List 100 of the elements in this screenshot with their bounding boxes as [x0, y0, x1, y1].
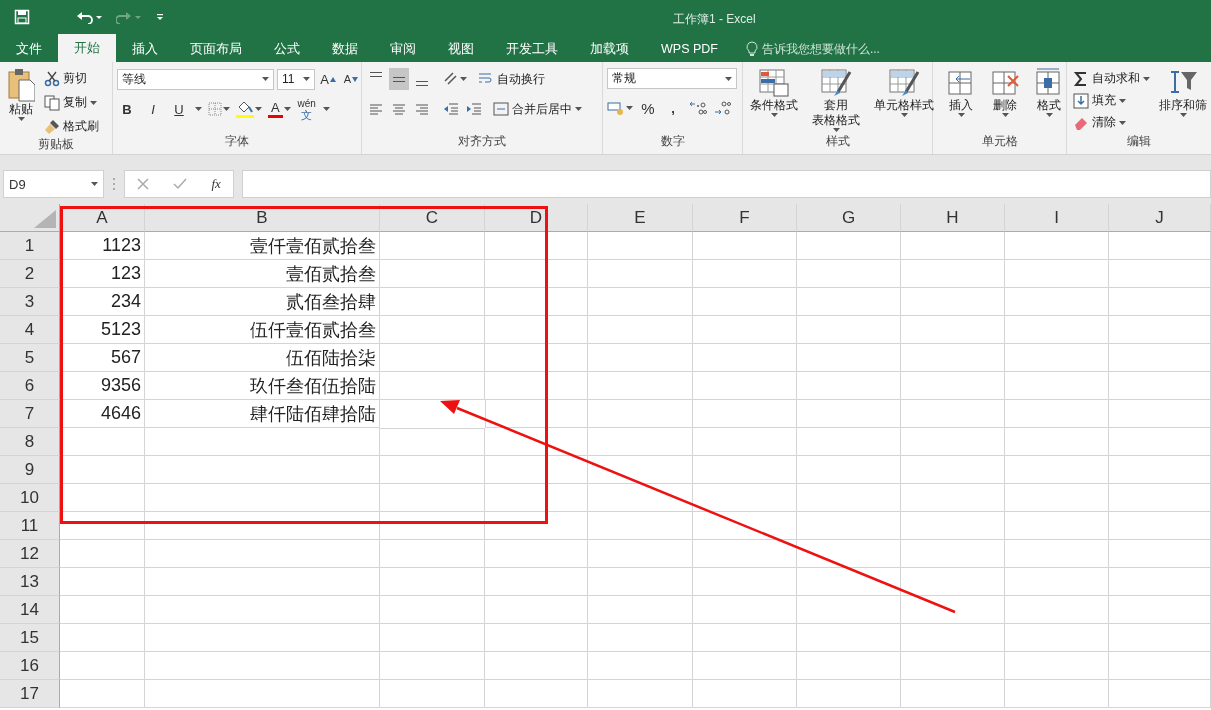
row-header[interactable]: 16 [0, 652, 60, 680]
empty-cell[interactable] [901, 400, 1005, 428]
empty-cell[interactable] [380, 372, 485, 400]
empty-cell[interactable] [901, 428, 1005, 456]
empty-cell[interactable] [797, 372, 901, 400]
empty-cell[interactable] [380, 568, 485, 596]
row-header[interactable]: 14 [0, 596, 60, 624]
font-color-button[interactable]: A [268, 98, 291, 120]
empty-cell[interactable] [693, 260, 797, 288]
empty-cell[interactable] [380, 652, 485, 680]
empty-cell[interactable] [1005, 428, 1109, 456]
empty-cell[interactable] [1005, 316, 1109, 344]
column-header[interactable]: G [797, 204, 901, 232]
empty-cell[interactable] [485, 652, 588, 680]
empty-cell[interactable] [1109, 232, 1211, 260]
empty-cell[interactable] [901, 232, 1005, 260]
empty-cell[interactable] [1109, 400, 1211, 428]
empty-cell[interactable] [1109, 428, 1211, 456]
style-button[interactable]: 条件格式 [747, 68, 801, 134]
text-style-button[interactable]: I [143, 98, 163, 120]
clipboard-action[interactable]: 格式刷 [42, 116, 101, 137]
row-header[interactable]: 17 [0, 680, 60, 708]
tell-me-field[interactable]: 告诉我您想要做什么... [761, 40, 880, 58]
empty-cell[interactable] [1109, 260, 1211, 288]
empty-cell[interactable] [1005, 484, 1109, 512]
empty-cell[interactable] [1005, 540, 1109, 568]
empty-cell[interactable] [588, 680, 693, 708]
empty-cell[interactable] [588, 316, 693, 344]
empty-cell[interactable] [588, 344, 693, 372]
empty-cell[interactable] [797, 288, 901, 316]
empty-cell[interactable] [1109, 540, 1211, 568]
clear-button[interactable]: 清除 [1071, 112, 1152, 133]
empty-cell[interactable] [901, 512, 1005, 540]
empty-cell[interactable] [380, 232, 485, 260]
empty-cell[interactable] [1005, 232, 1109, 260]
empty-cell[interactable] [797, 568, 901, 596]
empty-cell[interactable] [145, 540, 380, 568]
number-format-field[interactable]: 常规 [607, 68, 737, 89]
sort-filter-button[interactable]: 排序和筛 [1156, 68, 1210, 134]
empty-cell[interactable] [901, 596, 1005, 624]
empty-cell[interactable] [485, 260, 588, 288]
cells-button[interactable]: 插入 [943, 68, 979, 134]
row-header[interactable]: 10 [0, 484, 60, 512]
empty-cell[interactable] [1109, 344, 1211, 372]
empty-cell[interactable] [380, 596, 485, 624]
ribbon-tab[interactable]: 插入 [116, 36, 174, 62]
empty-cell[interactable] [485, 232, 588, 260]
empty-cell[interactable] [1109, 456, 1211, 484]
ribbon-tab[interactable]: 审阅 [374, 36, 432, 62]
empty-cell[interactable] [797, 428, 901, 456]
merge-center-button[interactable]: 合并后居中 [491, 98, 584, 120]
empty-cell[interactable] [797, 680, 901, 708]
ribbon-tab[interactable]: 数据 [316, 36, 374, 62]
cells-button[interactable]: 格式 [1031, 68, 1067, 134]
empty-cell[interactable] [1005, 652, 1109, 680]
empty-cell[interactable] [485, 624, 588, 652]
empty-cell[interactable] [693, 484, 797, 512]
empty-cell[interactable] [588, 568, 693, 596]
empty-cell[interactable] [380, 344, 485, 372]
empty-cell[interactable] [380, 624, 485, 652]
empty-cell[interactable] [1005, 596, 1109, 624]
empty-cell[interactable] [797, 456, 901, 484]
empty-cell[interactable] [693, 400, 797, 428]
empty-cell[interactable] [901, 540, 1005, 568]
empty-cell[interactable] [797, 400, 901, 428]
empty-cell[interactable] [380, 260, 485, 288]
autosum-button[interactable]: 自动求和 [1071, 68, 1152, 89]
empty-cell[interactable] [1005, 456, 1109, 484]
percent-button[interactable]: % [638, 97, 658, 119]
empty-cell[interactable] [380, 512, 485, 540]
empty-cell[interactable] [380, 288, 485, 316]
shrink-font-button[interactable]: A [341, 68, 361, 90]
empty-cell[interactable] [380, 456, 485, 484]
empty-cell[interactable] [1005, 288, 1109, 316]
empty-cell[interactable] [901, 316, 1005, 344]
empty-cell[interactable] [380, 540, 485, 568]
row-header[interactable]: 2 [0, 260, 60, 288]
row-header[interactable]: 13 [0, 568, 60, 596]
empty-cell[interactable] [693, 428, 797, 456]
row-header[interactable]: 11 [0, 512, 60, 540]
empty-cell[interactable] [693, 624, 797, 652]
empty-cell[interactable] [1109, 652, 1211, 680]
empty-cell[interactable] [797, 540, 901, 568]
save-icon[interactable] [14, 9, 30, 25]
empty-cell[interactable] [1109, 624, 1211, 652]
empty-cell[interactable] [588, 652, 693, 680]
empty-cell[interactable] [485, 680, 588, 708]
empty-cell[interactable] [901, 568, 1005, 596]
column-header[interactable]: J [1109, 204, 1211, 232]
text-style-button[interactable]: U [169, 98, 189, 120]
empty-cell[interactable] [1109, 288, 1211, 316]
empty-cell[interactable] [797, 344, 901, 372]
empty-cell[interactable] [1005, 400, 1109, 428]
empty-cell[interactable] [901, 624, 1005, 652]
ribbon-tab[interactable]: 文件 [0, 36, 58, 62]
empty-cell[interactable] [1005, 624, 1109, 652]
style-button[interactable]: 单元格样式 [871, 68, 937, 134]
empty-cell[interactable] [145, 512, 380, 540]
fill-button[interactable]: 填充 [1071, 90, 1152, 111]
paste-button[interactable]: 粘贴 [4, 68, 38, 137]
